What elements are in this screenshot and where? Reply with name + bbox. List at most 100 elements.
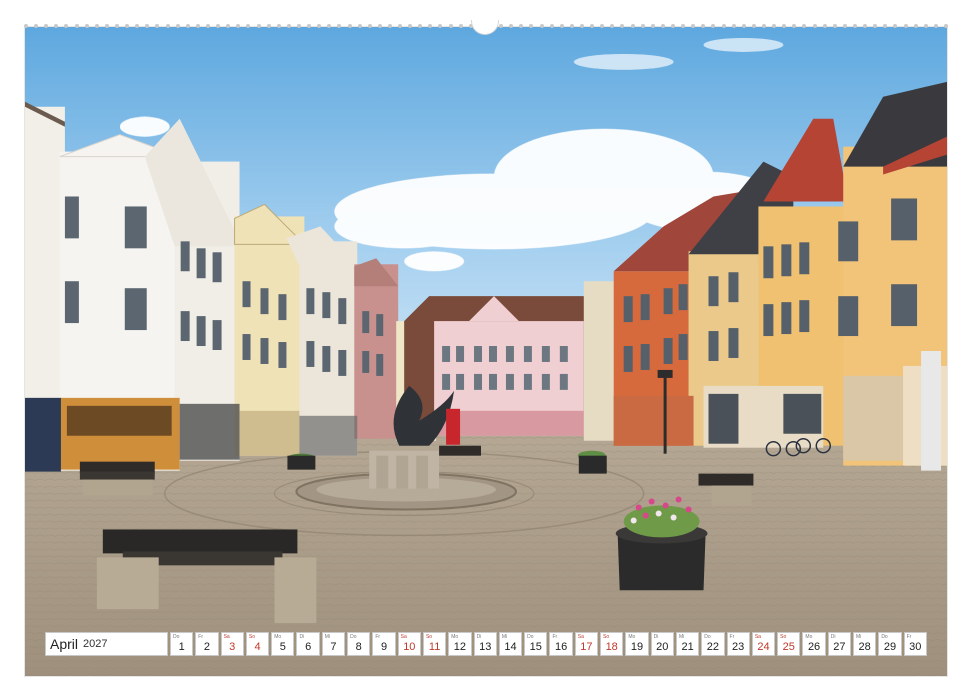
year: 2027 bbox=[83, 638, 108, 650]
day-cell: Do 29 bbox=[878, 632, 902, 656]
binding-dot bbox=[165, 24, 170, 28]
binding-dot bbox=[863, 24, 868, 28]
day-number: 21 bbox=[681, 641, 694, 653]
binding-dot bbox=[711, 24, 716, 28]
day-number: 28 bbox=[858, 641, 871, 653]
binding-dot bbox=[580, 24, 585, 28]
binding-dot bbox=[185, 24, 190, 28]
binding-dot bbox=[671, 24, 675, 28]
day-number: 23 bbox=[732, 641, 745, 653]
binding-dot bbox=[24, 24, 28, 28]
binding-dot bbox=[195, 24, 200, 28]
day-cell: Di 20 bbox=[650, 632, 674, 656]
binding-dot bbox=[590, 24, 595, 28]
binding-dot bbox=[539, 24, 544, 28]
day-number: 24 bbox=[757, 641, 770, 653]
binding-dot bbox=[458, 24, 463, 28]
day-number: 16 bbox=[554, 641, 568, 653]
day-number: 13 bbox=[479, 641, 492, 653]
day-number: 1 bbox=[178, 641, 185, 653]
binding-dot bbox=[256, 24, 261, 28]
binding-dot bbox=[286, 24, 291, 28]
day-cell: Fr 2 bbox=[195, 632, 219, 656]
day-number: 9 bbox=[380, 641, 388, 653]
binding-dot bbox=[125, 24, 130, 28]
day-cell: Di 27 bbox=[827, 632, 852, 656]
day-cell: So 4 bbox=[245, 632, 270, 656]
binding-dot bbox=[721, 24, 726, 28]
day-number: 19 bbox=[630, 641, 644, 653]
day-cell: Sa 24 bbox=[751, 632, 776, 656]
day-number: 7 bbox=[330, 641, 337, 653]
day-cell: Mo 5 bbox=[271, 632, 295, 656]
binding-dot bbox=[499, 24, 504, 28]
binding-dot bbox=[226, 24, 231, 28]
day-cell: So 18 bbox=[600, 632, 624, 656]
day-number: 12 bbox=[453, 641, 467, 653]
day-number: 25 bbox=[782, 641, 795, 653]
binding-dot bbox=[307, 24, 312, 28]
binding-dot bbox=[873, 24, 878, 28]
binding-dot bbox=[630, 24, 635, 28]
binding-dot bbox=[135, 24, 140, 28]
binding-dot bbox=[620, 24, 625, 28]
binding-dot bbox=[923, 24, 928, 28]
day-cell: Di 13 bbox=[473, 632, 497, 656]
day-number: 22 bbox=[706, 641, 719, 653]
day-cell: Fr 9 bbox=[372, 632, 396, 656]
day-number: 10 bbox=[403, 641, 416, 653]
binding-dot bbox=[569, 24, 574, 28]
binding-dot bbox=[822, 24, 827, 28]
binding-dot bbox=[175, 24, 180, 28]
day-cell: So 25 bbox=[777, 632, 801, 656]
day-cell: Do 1 bbox=[170, 632, 194, 656]
binding-dot bbox=[387, 24, 392, 28]
binding-dot bbox=[34, 24, 39, 28]
binding-dot bbox=[418, 24, 423, 28]
calendar-page: April 2027 Do 1 Fr 2 Sa 3 So 4 Mo 5 Di 6 Mi 7 Do 8 Fr 9 Sa… bbox=[0, 0, 971, 700]
month-label: April 2027 bbox=[45, 632, 168, 656]
binding-dot bbox=[549, 24, 554, 28]
binding-dot bbox=[104, 24, 109, 28]
day-number: 17 bbox=[580, 641, 593, 653]
binding-dot bbox=[347, 24, 352, 28]
binding-dot bbox=[772, 24, 777, 28]
binding-dot bbox=[216, 24, 221, 28]
day-cell: Sa 17 bbox=[574, 632, 599, 656]
day-cell: Mo 26 bbox=[802, 632, 826, 656]
binding-dot bbox=[701, 24, 706, 28]
phone-box bbox=[446, 408, 461, 445]
binding-dot bbox=[893, 24, 898, 28]
binding-dot bbox=[357, 24, 362, 28]
binding-dot bbox=[377, 24, 382, 28]
day-cell: Fr 23 bbox=[726, 632, 750, 656]
binding-dot bbox=[681, 24, 686, 28]
day-cell: Fr 16 bbox=[549, 632, 573, 656]
day-number: 27 bbox=[833, 641, 846, 653]
day-cell: Do 22 bbox=[701, 632, 725, 656]
binding-dot bbox=[246, 24, 251, 28]
binding-dot bbox=[296, 24, 301, 28]
binding-dot bbox=[792, 24, 797, 28]
day-number: 6 bbox=[305, 641, 312, 653]
day-number: 18 bbox=[605, 641, 618, 653]
binding-dot bbox=[731, 24, 736, 28]
binding-dot bbox=[852, 24, 857, 28]
day-cell: Mi 7 bbox=[321, 632, 346, 656]
binding-dot bbox=[276, 24, 281, 28]
day-cell: Do 8 bbox=[347, 632, 371, 656]
day-cell: Sa 10 bbox=[397, 632, 421, 656]
binding-dot bbox=[812, 24, 817, 28]
day-cell: Do 15 bbox=[524, 632, 548, 656]
day-number: 30 bbox=[909, 641, 922, 653]
binding-dot bbox=[741, 24, 746, 28]
day-number: 4 bbox=[254, 641, 261, 653]
day-cell: Mo 19 bbox=[625, 632, 649, 656]
binding-dot bbox=[943, 24, 948, 28]
day-number: 26 bbox=[807, 641, 821, 653]
town-square-illustration bbox=[25, 27, 947, 676]
binding-dot bbox=[155, 24, 160, 28]
binding-dot bbox=[448, 24, 453, 28]
day-cells: Do 1 Fr 2 Sa 3 So 4 Mo 5 Di 6 Mi 7 Do 8 Fr 9 Sa 10 So 11 Mo 12 D… bbox=[170, 632, 927, 656]
binding-dot bbox=[903, 24, 908, 28]
